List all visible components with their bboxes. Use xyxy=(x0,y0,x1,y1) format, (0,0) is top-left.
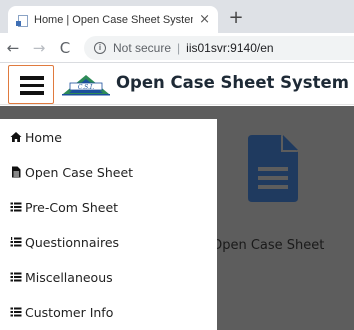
document-icon[interactable] xyxy=(248,135,298,202)
sidebar-item-questionnaires[interactable]: Questionnaires xyxy=(0,227,217,257)
card-label[interactable]: Open Case Sheet xyxy=(212,238,324,253)
sidebar-item-label: Home xyxy=(25,129,62,145)
address-bar[interactable]: i Not secure | iis01svr:9140/en xyxy=(84,35,354,60)
tab-title: Home | Open Case Sheet System xyxy=(34,13,194,26)
sidebar-menu: Home Open Case Sheet Pre-Com Sheet Quest… xyxy=(0,119,217,330)
url-text[interactable]: iis01svr:9140/en xyxy=(186,41,273,55)
file-icon xyxy=(12,166,21,178)
list-icon xyxy=(10,202,22,212)
list-ol-icon xyxy=(10,237,22,247)
back-button[interactable]: ← xyxy=(0,39,26,57)
sidebar-item-open-case-sheet[interactable]: Open Case Sheet xyxy=(0,157,217,187)
security-status[interactable]: Not secure xyxy=(113,41,171,55)
home-icon xyxy=(10,132,22,142)
url-separator: | xyxy=(177,40,181,55)
hamburger-bar xyxy=(20,91,44,95)
sidebar-item-label: Pre-Com Sheet xyxy=(25,199,119,215)
forward-button[interactable]: → xyxy=(26,39,52,57)
browser-tab[interactable]: Home | Open Case Sheet System × xyxy=(8,6,218,33)
sidebar-item-label: Miscellaneous xyxy=(25,269,113,285)
sidebar-item-home[interactable]: Home xyxy=(0,122,217,152)
page-title: Open Case Sheet System xyxy=(116,73,349,92)
hamburger-menu-button[interactable] xyxy=(8,65,54,104)
sidebar-item-label: Customer Info xyxy=(25,304,114,320)
favicon-icon xyxy=(16,14,28,27)
new-tab-button[interactable]: + xyxy=(226,7,246,28)
sidebar-item-label: Open Case Sheet xyxy=(25,164,134,180)
list-icon xyxy=(10,307,22,317)
tab-close-icon[interactable]: × xyxy=(199,12,210,27)
sidebar-item-label: Questionnaires xyxy=(25,234,120,250)
sidebar-item-pre-com-sheet[interactable]: Pre-Com Sheet xyxy=(0,192,217,222)
hamburger-bar xyxy=(20,83,44,87)
sidebar-item-miscellaneous[interactable]: Miscellaneous xyxy=(0,262,217,292)
browser-tabstrip: Home | Open Case Sheet System × + xyxy=(0,0,354,33)
sidebar-item-customer-info[interactable]: Customer Info xyxy=(0,297,217,327)
csi-logo: C.S.I. xyxy=(62,75,110,96)
reload-button[interactable]: C xyxy=(52,39,78,57)
hamburger-bar xyxy=(20,76,44,80)
list-icon xyxy=(10,272,22,282)
app-header: C.S.I. Open Case Sheet System xyxy=(0,63,354,105)
browser-toolbar: ← → C i Not secure | iis01svr:9140/en xyxy=(0,33,354,63)
info-icon[interactable]: i xyxy=(94,41,106,54)
logo-text: C.S.I. xyxy=(78,84,94,91)
